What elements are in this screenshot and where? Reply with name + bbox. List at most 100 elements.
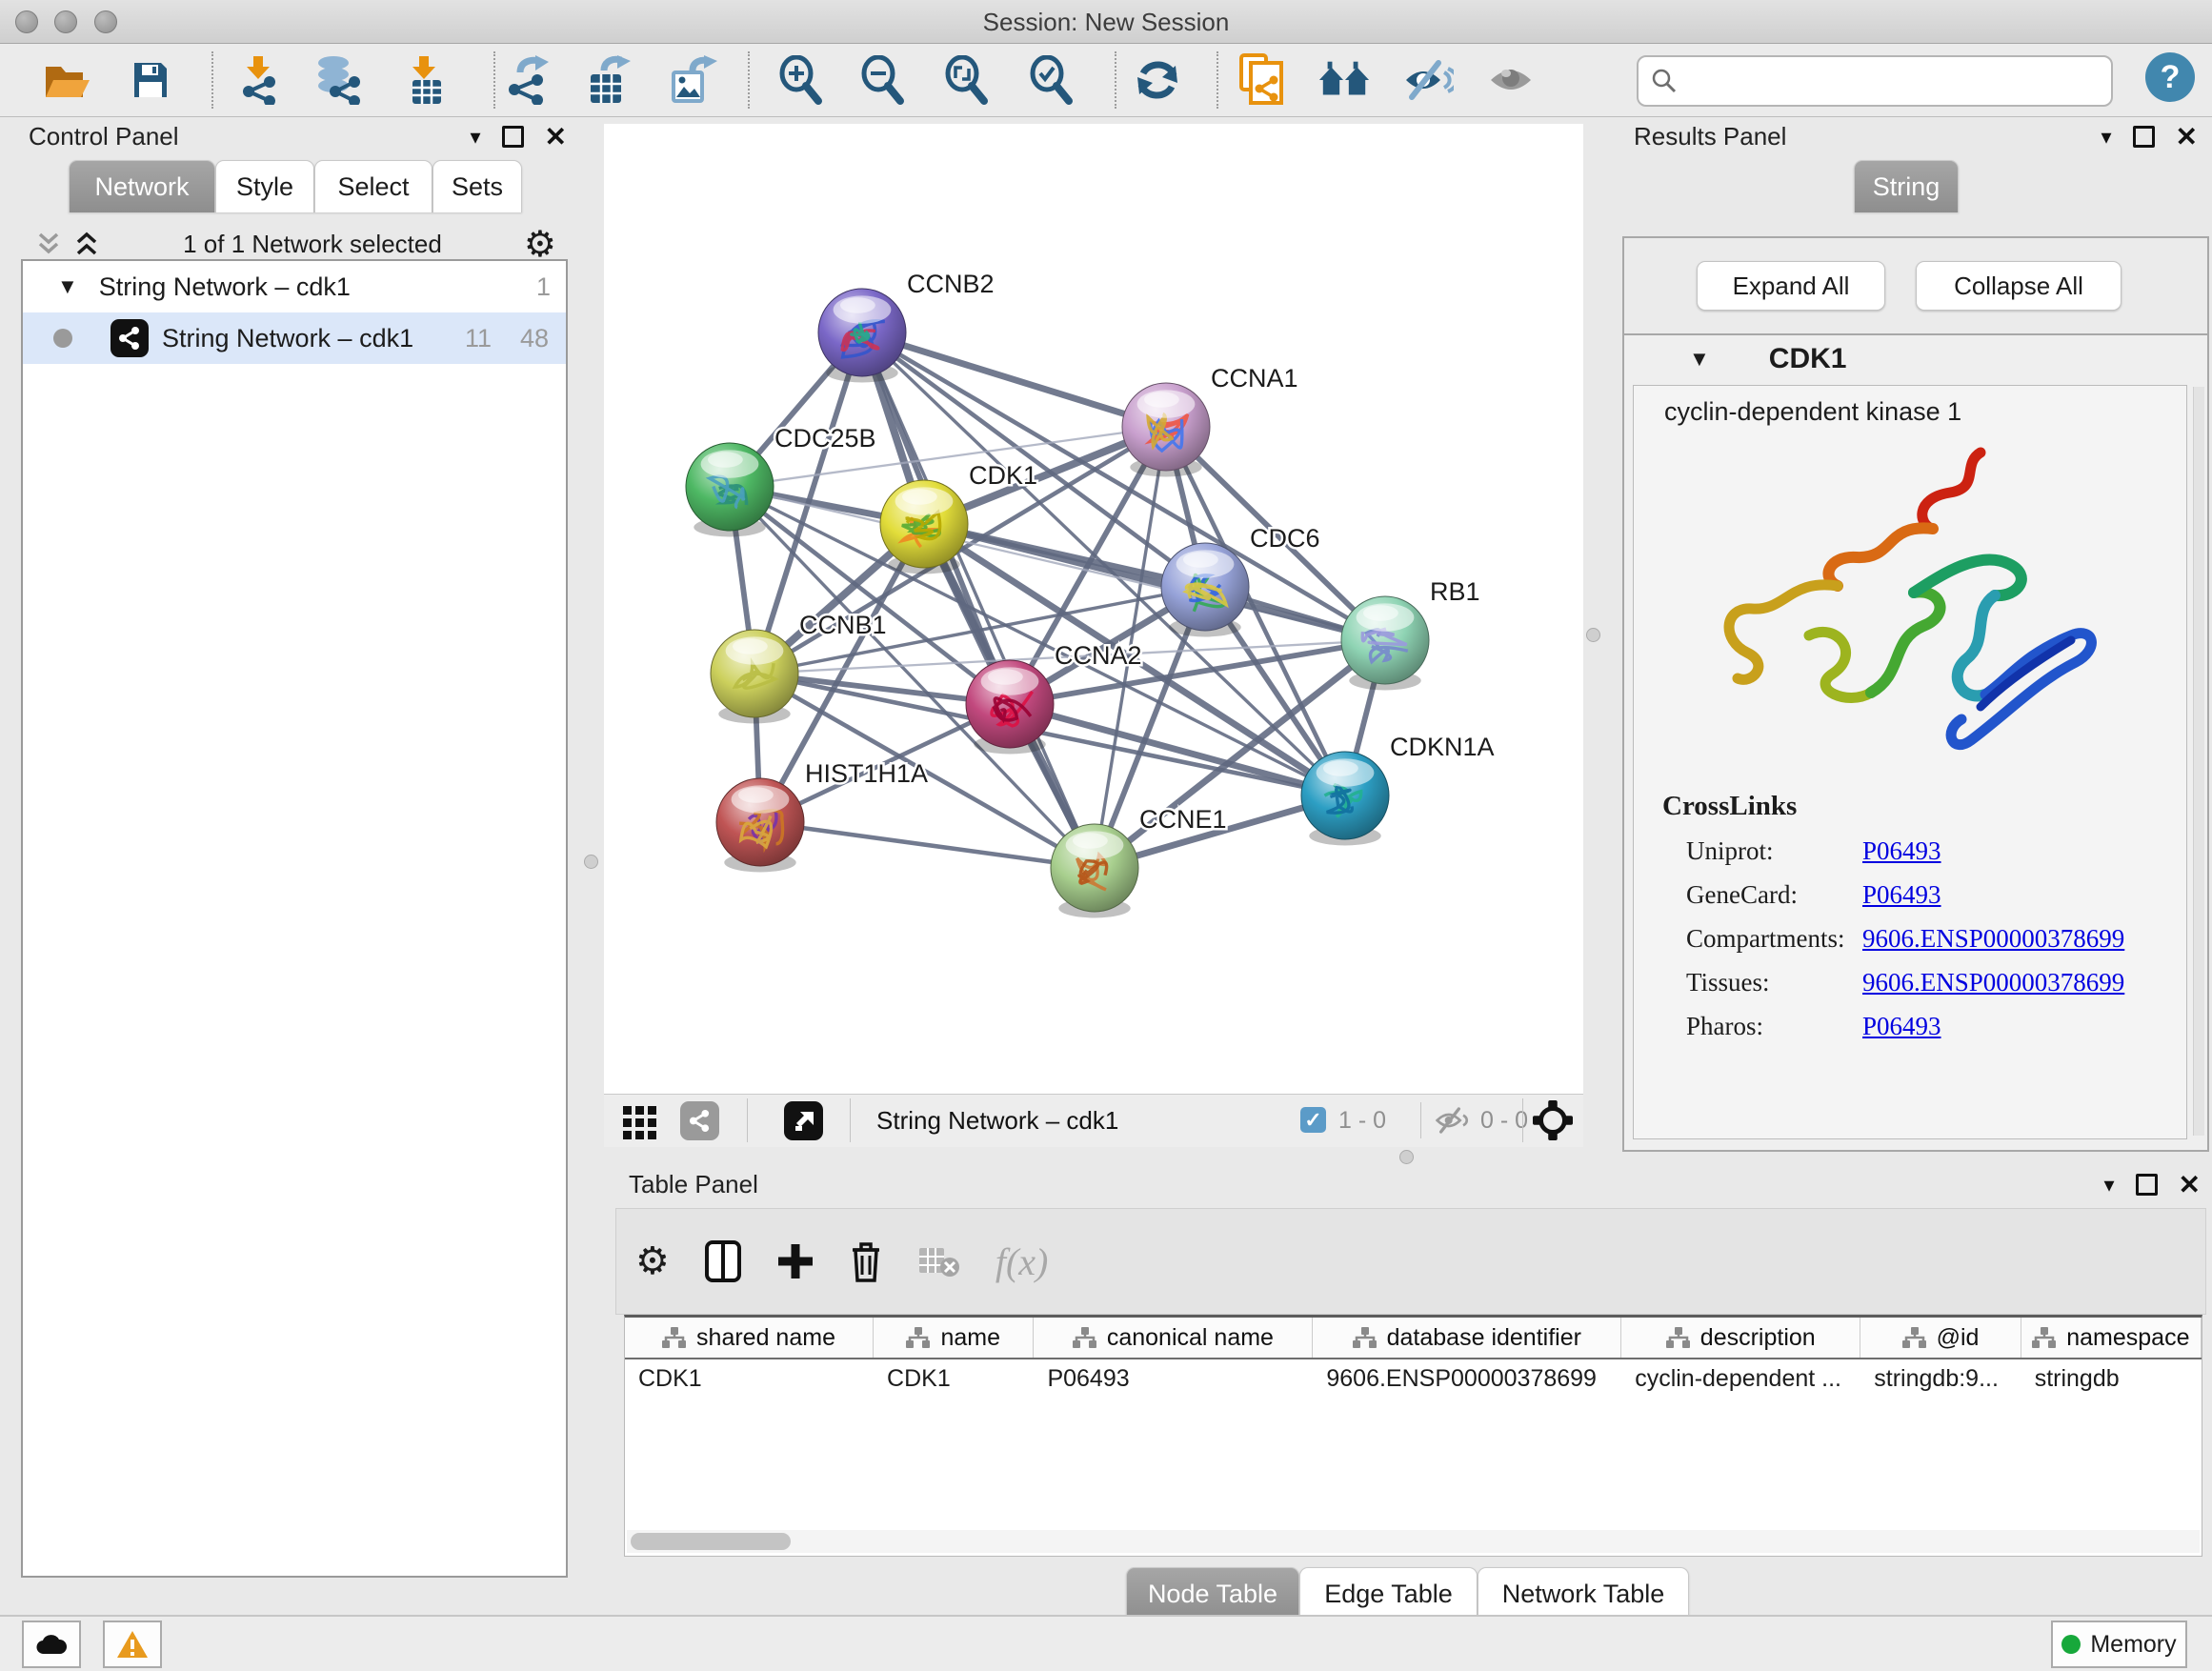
function-builder-icon[interactable]: f(x) [995,1239,1049,1284]
search-input[interactable] [1679,61,2111,101]
network-node-CCNA1[interactable]: CCNA1 [1122,364,1298,476]
column-header-name[interactable]: name [874,1318,1034,1358]
network-status-dot [53,329,72,348]
float-panel-icon[interactable] [2133,126,2155,148]
network-edge-CCNB2-CCNA1[interactable] [862,332,1166,427]
collection-count: 1 [536,272,551,302]
tab-select[interactable]: Select [314,160,432,212]
hidden-count: 0 - 0 [1480,1107,1528,1135]
columns-icon[interactable] [704,1239,742,1283]
network-collection-row[interactable]: ▼ String Network – cdk1 1 [23,261,566,312]
zoom-selected-icon[interactable] [1025,53,1078,107]
string-network-icon[interactable] [680,1101,719,1140]
add-column-icon[interactable] [776,1242,814,1280]
crosslink-value-compartments[interactable]: 9606.ENSP00000378699 [1862,924,2124,954]
table-gear-icon[interactable]: ⚙ [635,1239,670,1283]
column-header-database-identifier[interactable]: database identifier [1313,1318,1621,1358]
crosslink-row: Pharos:P06493 [1662,1012,2124,1041]
column-header-canonical-name[interactable]: canonical name [1034,1318,1313,1358]
left-splitter-handle[interactable] [584,855,598,869]
crosslink-value-tissues[interactable]: 9606.ENSP00000378699 [1862,968,2124,997]
close-panel-icon[interactable]: ✕ [2176,124,2198,151]
panel-menu-icon[interactable]: ▾ [2103,1173,2114,1198]
memory-button[interactable]: Memory [2051,1621,2187,1668]
expand-all-button[interactable]: Expand All [1697,261,1885,311]
collection-expand-icon[interactable]: ▼ [57,274,78,299]
network-node-RB1[interactable]: RB1 [1341,577,1480,690]
panel-menu-icon[interactable]: ▾ [470,125,480,150]
close-panel-icon[interactable]: ✕ [2179,1172,2201,1198]
panel-menu-icon[interactable]: ▾ [2101,125,2111,150]
grid-view-icon[interactable] [619,1098,665,1144]
column-header-shared-name[interactable]: shared name [625,1318,874,1358]
collapse-all-icon[interactable] [34,230,63,258]
import-network-file-icon[interactable] [231,53,285,107]
table-h-scrollbar[interactable] [627,1530,2200,1553]
hide-selected-eye-icon[interactable] [1401,53,1455,107]
show-all-eye-icon[interactable] [1484,53,1538,107]
network-node-HIST1H1A[interactable]: HIST1H1A [716,759,928,872]
selected-checkbox-icon[interactable]: ✓ [1300,1107,1326,1133]
network-node-CCNE1[interactable]: CCNE1 [1051,805,1227,917]
network-edge-HIST1H1A-CCNE1[interactable] [760,822,1095,868]
tab-string[interactable]: String [1854,160,1959,212]
memory-label: Memory [2090,1631,2176,1659]
birdseye-view-icon[interactable] [784,1101,823,1140]
zoom-out-icon[interactable] [856,53,910,107]
tab-style[interactable]: Style [215,160,314,212]
footer-separator [1522,1098,1523,1142]
tab-network-table[interactable]: Network Table [1478,1567,1689,1620]
network-view-title: String Network – cdk1 [876,1106,1118,1136]
gene-section-header[interactable]: ▼ CDK1 [1624,335,2207,383]
help-button[interactable]: ? [2145,52,2195,102]
network-canvas[interactable]: CCNB2CCNA1CDC25BCDK1CDC6RB1CCNB1CCNA2CDK… [604,124,1583,1094]
save-session-icon[interactable] [124,53,177,107]
float-panel-icon[interactable] [502,126,524,148]
cloud-button[interactable] [22,1621,81,1668]
close-panel-icon[interactable]: ✕ [545,124,567,151]
zoom-in-icon[interactable] [774,53,828,107]
import-network-database-icon[interactable] [312,53,365,107]
collapse-all-button[interactable]: Collapse All [1916,261,2122,311]
apply-layout-refresh-icon[interactable] [1131,53,1184,107]
tab-network[interactable]: Network [69,160,215,212]
duplicate-network-icon[interactable] [1234,53,1287,107]
network-row[interactable]: String Network – cdk1 11 48 [23,312,566,364]
cytoscape-window: Session: New Session [0,0,2212,1671]
zoom-fit-icon[interactable] [940,53,994,107]
column-header-namespace[interactable]: namespace [2021,1318,2202,1358]
tab-sets[interactable]: Sets [432,160,522,212]
tab-node-table[interactable]: Node Table [1126,1567,1299,1620]
clear-table-icon[interactable] [917,1244,961,1278]
open-session-icon[interactable] [40,53,93,107]
results-scrollbar[interactable] [2193,387,2204,1136]
crosslink-value-pharos[interactable]: P06493 [1862,1012,1941,1041]
export-image-icon[interactable] [666,53,719,107]
column-header-@id[interactable]: @id [1860,1318,2021,1358]
crosslink-label: Pharos: [1686,1012,1862,1041]
first-neighbors-icon[interactable] [1317,53,1371,107]
table-row[interactable]: CDK1CDK1P064939606.ENSP00000378699cyclin… [625,1359,2202,1398]
export-table-icon[interactable] [582,53,635,107]
export-network-icon[interactable] [500,53,553,107]
hidden-eye-icon[interactable] [1435,1106,1469,1135]
fit-selection-crosshair-icon[interactable] [1533,1100,1573,1140]
import-table-file-icon[interactable] [399,53,452,107]
crosslink-value-genecard[interactable]: P06493 [1862,880,1941,910]
float-panel-icon[interactable] [2136,1174,2158,1196]
delete-column-icon[interactable] [849,1240,883,1282]
node-label-CCNA1: CCNA1 [1211,364,1298,393]
warning-button[interactable] [103,1621,162,1668]
expand-all-icon[interactable] [72,230,101,258]
table-cell: CDK1 [874,1359,1034,1398]
column-header-description[interactable]: description [1621,1318,1860,1358]
network-node-CDKN1A[interactable]: CDKN1A [1301,733,1495,845]
footer-separator [850,1098,851,1142]
cloud-icon [35,1633,68,1656]
crosslink-value-uniprot[interactable]: P06493 [1862,836,1941,866]
right-splitter-handle[interactable] [1586,628,1600,642]
network-view-toolbar: String Network – cdk1 ✓ 1 - 0 0 - 0 [604,1094,1583,1147]
tab-edge-table[interactable]: Edge Table [1299,1567,1478,1620]
bottom-splitter-handle[interactable] [1399,1150,1414,1164]
gene-collapse-icon[interactable]: ▼ [1689,347,1710,372]
